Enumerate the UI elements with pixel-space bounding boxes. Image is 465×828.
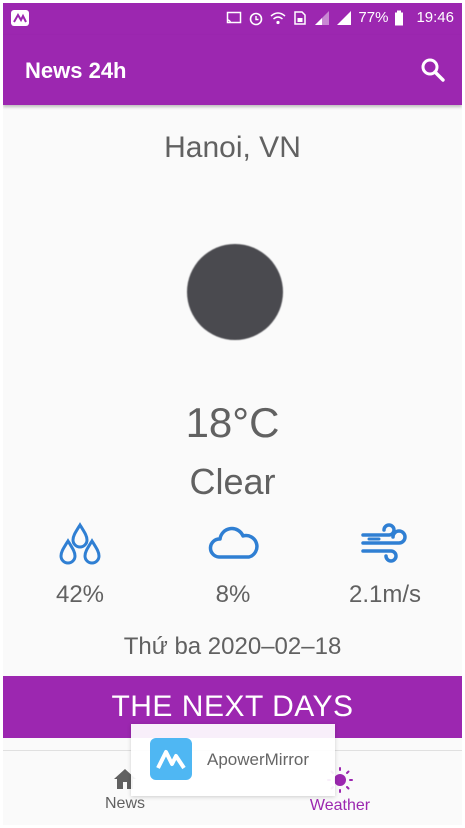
nav-label-news: News [104, 795, 145, 812]
apowermirror-logo-icon [150, 738, 192, 780]
app-screen: 77% 19:46 News 24h Hanoi, VN 18°C Clear … [3, 3, 462, 825]
weather-condition-icon [187, 244, 283, 340]
humidity-icon [15, 521, 145, 565]
humidity-value: 42% [55, 581, 105, 608]
humidity-stat: 42% [15, 521, 145, 609]
alarm-icon [248, 10, 264, 26]
battery-level: 77% [358, 9, 389, 26]
wind-value: 2.1m/s [348, 581, 422, 608]
search-button[interactable] [418, 55, 448, 85]
apowermirror-overlay[interactable]: ApowerMirror [131, 724, 335, 796]
wind-stat: 2.1m/s [320, 521, 450, 609]
wind-icon [320, 521, 450, 565]
next-days-label: THE NEXT DAYS [111, 690, 354, 723]
cloudiness-value: 8% [215, 581, 251, 608]
apowermirror-icon [11, 10, 29, 26]
sim-icon [292, 10, 308, 26]
signal-icon [336, 10, 352, 26]
city-name: Hanoi, VN [164, 131, 301, 164]
app-title: News 24h [25, 58, 127, 83]
apowermirror-label: ApowerMirror [207, 750, 310, 769]
nav-label-weather: Weather [309, 797, 371, 814]
signal-icon [314, 10, 330, 26]
search-icon [418, 58, 448, 89]
forecast-date: Thứ ba 2020–02–18 [123, 633, 342, 660]
wifi-icon [270, 10, 286, 26]
temperature: 18°C [185, 399, 280, 446]
battery-icon [394, 10, 410, 26]
cloudiness-stat: 8% [168, 521, 298, 609]
status-bar: 77% 19:46 [3, 3, 462, 35]
app-bar: News 24h [3, 35, 462, 105]
cast-icon [226, 10, 242, 26]
clock: 19:46 [416, 9, 454, 26]
cloud-icon [168, 521, 298, 565]
weather-condition: Clear [189, 461, 276, 502]
